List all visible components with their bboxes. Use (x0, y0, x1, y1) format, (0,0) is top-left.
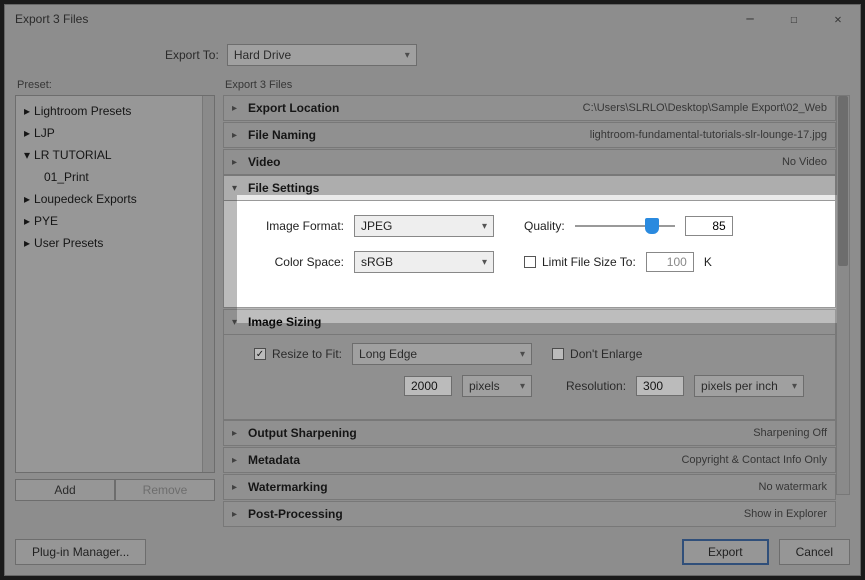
triangle-right-icon: ▸ (232, 130, 242, 141)
image-format-label: Image Format: (244, 219, 344, 233)
panel-output-sharpening[interactable]: ▸ Output Sharpening Sharpening Off (223, 420, 836, 446)
cancel-button[interactable]: Cancel (779, 539, 850, 565)
triangle-down-icon: ▾ (232, 183, 242, 194)
close-button[interactable]: ✕ (816, 5, 860, 33)
preset-label: Preset: (15, 77, 215, 95)
panel-file-settings-body: Image Format: JPEG ▾ Quality: (223, 201, 836, 308)
footer: Plug-in Manager... Export Cancel (15, 539, 850, 565)
size-input[interactable]: 2000 (404, 376, 452, 396)
resize-mode-select[interactable]: Long Edge ▾ (352, 343, 532, 365)
resolution-unit-select[interactable]: pixels per inch ▾ (694, 375, 804, 397)
panel-metadata[interactable]: ▸ Metadata Copyright & Contact Info Only (223, 447, 836, 473)
panel-export-location[interactable]: ▸ Export Location C:\Users\SLRLO\Desktop… (223, 95, 836, 121)
triangle-right-icon: ▸ (24, 104, 30, 118)
preset-item[interactable]: ▾LR TUTORIAL (20, 144, 210, 166)
limit-file-size-checkbox[interactable] (524, 256, 536, 268)
resolution-input[interactable]: 300 (636, 376, 684, 396)
right-heading: Export 3 Files (223, 77, 850, 95)
preset-item[interactable]: ▸PYE (20, 210, 210, 232)
titlebar: Export 3 Files ─ ☐ ✕ (5, 5, 860, 33)
preset-item[interactable]: ▸Lightroom Presets (20, 100, 210, 122)
preset-scrollbar[interactable] (202, 96, 214, 472)
triangle-right-icon: ▸ (232, 509, 242, 520)
preset-item[interactable]: ▸User Presets (20, 232, 210, 254)
scrollbar-thumb[interactable] (838, 96, 848, 266)
chevron-down-icon: ▾ (520, 381, 525, 392)
image-format-select[interactable]: JPEG ▾ (354, 215, 494, 237)
panel-video[interactable]: ▸ Video No Video (223, 149, 836, 175)
quality-label: Quality: (524, 219, 565, 233)
preset-item[interactable]: ▸Loupedeck Exports (20, 188, 210, 210)
color-space-select[interactable]: sRGB ▾ (354, 251, 494, 273)
panel-file-naming[interactable]: ▸ File Naming lightroom-fundamental-tuto… (223, 122, 836, 148)
triangle-down-icon: ▾ (232, 317, 242, 328)
preset-item[interactable]: ▸LJP (20, 122, 210, 144)
resize-to-fit-label: Resize to Fit: (272, 347, 342, 361)
panel-image-sizing-body: ✓ Resize to Fit: Long Edge ▾ Don't Enlar… (223, 335, 836, 420)
plugin-manager-button[interactable]: Plug-in Manager... (15, 539, 146, 565)
limit-file-size-input[interactable]: 100 (646, 252, 694, 272)
preset-list[interactable]: ▸Lightroom Presets ▸LJP ▾LR TUTORIAL 01_… (15, 95, 215, 473)
minimize-button[interactable]: ─ (728, 5, 772, 33)
panel-file-settings-header[interactable]: ▾ File Settings (223, 175, 836, 201)
export-to-row: Export To: Hard Drive ▾ (5, 33, 860, 77)
triangle-right-icon: ▸ (24, 214, 30, 228)
maximize-button[interactable]: ☐ (772, 5, 816, 33)
triangle-down-icon: ▾ (24, 148, 30, 162)
limit-file-size-unit: K (704, 255, 712, 269)
remove-preset-button[interactable]: Remove (115, 479, 215, 501)
window-title: Export 3 Files (15, 12, 88, 26)
chevron-down-icon: ▾ (520, 349, 525, 360)
triangle-right-icon: ▸ (24, 126, 30, 140)
triangle-right-icon: ▸ (24, 192, 30, 206)
quality-input[interactable]: 85 (685, 216, 733, 236)
export-dialog: Export 3 Files ─ ☐ ✕ Export To: Hard Dri… (4, 4, 861, 576)
panel-post-processing[interactable]: ▸ Post-Processing Show in Explorer (223, 501, 836, 527)
resolution-label: Resolution: (566, 379, 626, 393)
add-preset-button[interactable]: Add (15, 479, 115, 501)
panels-scrollbar[interactable] (836, 95, 850, 495)
color-space-label: Color Space: (244, 255, 344, 269)
preset-item-child[interactable]: 01_Print (20, 166, 210, 188)
triangle-right-icon: ▸ (24, 236, 30, 250)
panel-image-sizing-header[interactable]: ▾ Image Sizing (223, 309, 836, 335)
resize-to-fit-checkbox[interactable]: ✓ (254, 348, 266, 360)
export-button[interactable]: Export (682, 539, 769, 565)
chevron-down-icon: ▾ (482, 221, 487, 232)
chevron-down-icon: ▾ (482, 257, 487, 268)
export-to-select[interactable]: Hard Drive ▾ (227, 44, 417, 66)
export-to-label: Export To: (165, 48, 219, 62)
triangle-right-icon: ▸ (232, 428, 242, 439)
triangle-right-icon: ▸ (232, 455, 242, 466)
panel-watermarking[interactable]: ▸ Watermarking No watermark (223, 474, 836, 500)
quality-slider[interactable] (575, 216, 675, 236)
dont-enlarge-label: Don't Enlarge (570, 347, 642, 361)
size-unit-select[interactable]: pixels ▾ (462, 375, 532, 397)
triangle-right-icon: ▸ (232, 482, 242, 493)
triangle-right-icon: ▸ (232, 157, 242, 168)
triangle-right-icon: ▸ (232, 103, 242, 114)
dont-enlarge-checkbox[interactable] (552, 348, 564, 360)
limit-file-size-label: Limit File Size To: (542, 255, 636, 269)
chevron-down-icon: ▾ (405, 50, 410, 61)
chevron-down-icon: ▾ (792, 381, 797, 392)
